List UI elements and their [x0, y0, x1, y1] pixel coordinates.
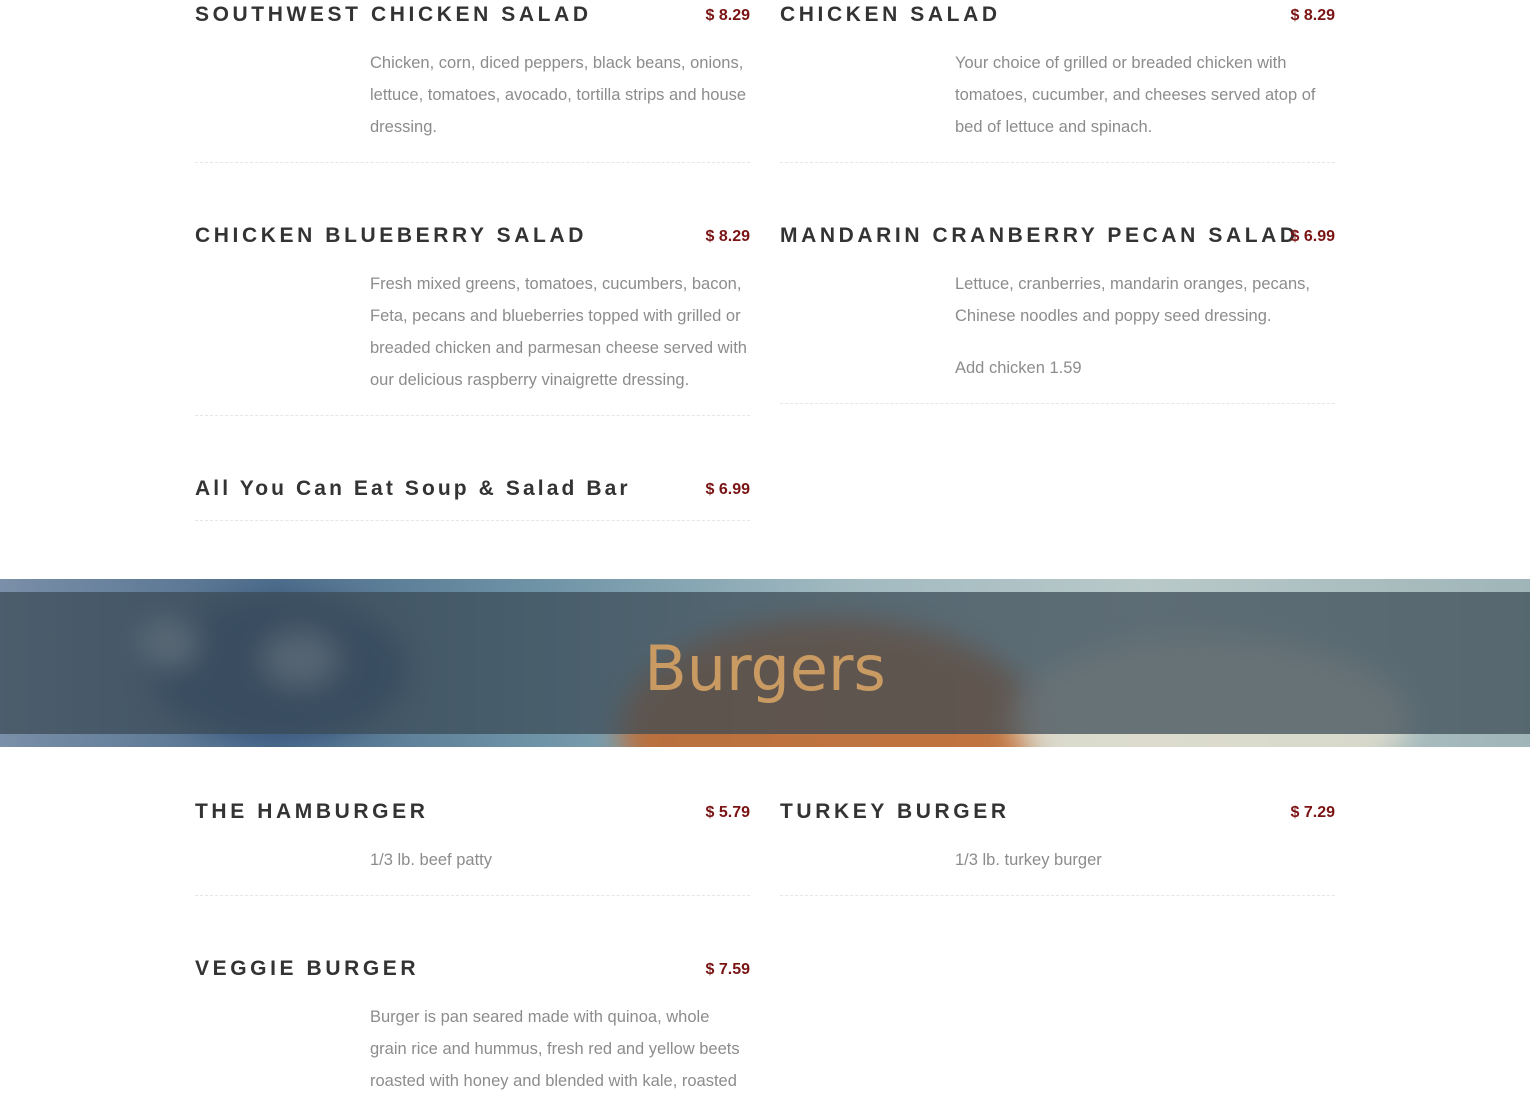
description-text: Lettuce, cranberries, mandarin oranges, … — [955, 275, 1310, 325]
menu-item-header: THE HAMBURGER $ 5.79 — [195, 797, 750, 827]
menu-item-southwest-chicken-salad: SOUTHWEST CHICKEN SALAD $ 8.29 Chicken, … — [195, 0, 750, 143]
menu-item-price: $ 7.59 — [705, 961, 750, 978]
description-text: Burger is pan seared made with quinoa, w… — [370, 1008, 740, 1090]
item-divider — [195, 520, 750, 521]
burgers-section-banner: Burgers — [0, 579, 1530, 747]
menu-item-turkey-burger: TURKEY BURGER $ 7.29 1/3 lb. turkey burg… — [780, 797, 1335, 876]
menu-item-mandarin-cranberry-pecan-salad: MANDARIN CRANBERRY PECAN SALAD $ 6.99 Le… — [780, 221, 1335, 384]
section-title: Burgers — [644, 632, 886, 705]
menu-item-price: $ 8.29 — [1290, 7, 1335, 24]
description-text: Your choice of grilled or breaded chicke… — [955, 54, 1316, 136]
menu-item-soup-salad-bar: All You Can Eat Soup & Salad Bar $ 6.99 — [195, 474, 750, 504]
description-text: 1/3 lb. beef patty — [370, 851, 493, 869]
menu-item-name: All You Can Eat Soup & Salad Bar — [195, 477, 631, 500]
menu-item-name: CHICKEN SALAD — [780, 3, 1001, 26]
menu-item-price: $ 6.99 — [705, 481, 750, 498]
item-divider — [195, 895, 750, 896]
menu-item-description: Lettuce, cranberries, mandarin oranges, … — [955, 268, 1335, 384]
menu-item-description: 1/3 lb. beef patty — [370, 844, 750, 876]
menu-item-description: 1/3 lb. turkey burger — [955, 844, 1335, 876]
item-divider — [195, 415, 750, 416]
menu-item-price: $ 8.29 — [705, 7, 750, 24]
menu-item-price: $ 8.29 — [705, 228, 750, 245]
item-divider — [780, 403, 1335, 404]
menu-item-header: MANDARIN CRANBERRY PECAN SALAD $ 6.99 — [780, 221, 1335, 251]
item-divider — [780, 162, 1335, 163]
menu-item-chicken-blueberry-salad: CHICKEN BLUEBERRY SALAD $ 8.29 Fresh mix… — [195, 221, 750, 396]
menu-item-header: CHICKEN BLUEBERRY SALAD $ 8.29 — [195, 221, 750, 251]
menu-item-veggie-burger: VEGGIE BURGER $ 7.59 Burger is pan seare… — [195, 954, 750, 1097]
item-divider — [780, 895, 1335, 896]
menu-item-price: $ 7.29 — [1290, 804, 1335, 821]
menu-item-name: SOUTHWEST CHICKEN SALAD — [195, 3, 592, 26]
menu-item-description: Burger is pan seared made with quinoa, w… — [370, 1001, 750, 1097]
description-text: Chicken, corn, diced peppers, black bean… — [370, 54, 747, 136]
description-text: 1/3 lb. turkey burger — [955, 851, 1102, 869]
menu-item-header: VEGGIE BURGER $ 7.59 — [195, 954, 750, 984]
menu-item-price: $ 5.79 — [705, 804, 750, 821]
menu-item-header: CHICKEN SALAD $ 8.29 — [780, 0, 1335, 30]
menu-item-description: Chicken, corn, diced peppers, black bean… — [370, 47, 750, 143]
menu-item-chicken-salad: CHICKEN SALAD $ 8.29 Your choice of gril… — [780, 0, 1335, 143]
menu-item-name: VEGGIE BURGER — [195, 957, 420, 980]
menu-item-name: THE HAMBURGER — [195, 800, 429, 823]
item-divider — [195, 162, 750, 163]
add-on-note: Add chicken 1.59 — [955, 359, 1082, 377]
menu-item-name: TURKEY BURGER — [780, 800, 1010, 823]
menu-item-the-hamburger: THE HAMBURGER $ 5.79 1/3 lb. beef patty — [195, 797, 750, 876]
menu-item-price: $ 6.99 — [1290, 228, 1335, 245]
menu-item-header: All You Can Eat Soup & Salad Bar $ 6.99 — [195, 474, 750, 504]
menu-item-name: CHICKEN BLUEBERRY SALAD — [195, 224, 587, 247]
menu-item-header: SOUTHWEST CHICKEN SALAD $ 8.29 — [195, 0, 750, 30]
menu-item-description: Fresh mixed greens, tomatoes, cucumbers,… — [370, 268, 750, 396]
menu-item-header: TURKEY BURGER $ 7.29 — [780, 797, 1335, 827]
menu-item-description: Your choice of grilled or breaded chicke… — [955, 47, 1335, 143]
description-text: Fresh mixed greens, tomatoes, cucumbers,… — [370, 275, 747, 389]
menu-item-name: MANDARIN CRANBERRY PECAN SALAD — [780, 224, 1299, 247]
